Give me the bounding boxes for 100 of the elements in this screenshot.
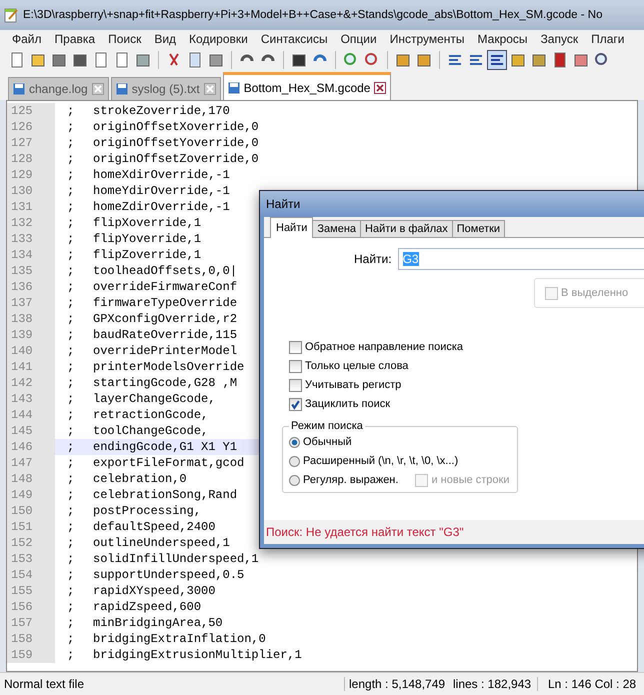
radio-button[interactable] xyxy=(289,456,300,466)
code-text: layerChangeGcode, xyxy=(93,391,216,407)
comment-mark: ; xyxy=(66,487,76,503)
radio-button[interactable] xyxy=(289,474,300,486)
code-text: bridgingExtraInflation,0 xyxy=(93,631,266,647)
comment-mark: ; xyxy=(66,295,76,311)
status-message: Поиск: Не удается найти текст "G3" xyxy=(266,525,464,539)
file-tab[interactable]: change.log xyxy=(8,77,109,100)
radio-label: Расширенный (\n, \r, \t, \0, \x...) xyxy=(303,455,458,467)
line-number: 143 xyxy=(7,391,55,407)
line-number: 159 xyxy=(7,647,55,663)
line-number: 146 xyxy=(7,439,55,455)
close-icon[interactable] xyxy=(374,82,386,94)
line-number: 127 xyxy=(7,135,55,151)
menu-item[interactable]: Вид xyxy=(154,32,176,46)
line-number: 134 xyxy=(7,247,55,263)
comment-mark: ; xyxy=(66,423,76,439)
dialog-tab[interactable]: Замена xyxy=(312,220,362,237)
menu-item[interactable]: Макросы xyxy=(478,32,528,46)
checkbox[interactable] xyxy=(289,360,302,372)
menu-item[interactable]: Правка xyxy=(54,32,96,46)
menu-item[interactable]: Кодировки xyxy=(189,32,248,46)
file-tab[interactable]: syslog (5).txt xyxy=(110,77,221,100)
line-number: 125 xyxy=(7,103,55,119)
file-tab[interactable]: Bottom_Hex_SM.gcode xyxy=(222,72,392,100)
comment-mark: ; xyxy=(66,631,76,647)
comment-mark: ; xyxy=(66,407,76,423)
menu-item[interactable]: Синтаксисы xyxy=(260,32,328,46)
menu-item[interactable]: Запуск xyxy=(540,32,578,46)
comment-mark: ; xyxy=(66,503,76,519)
line-number: 153 xyxy=(7,551,55,567)
line-number: 157 xyxy=(7,615,55,631)
line-number: 145 xyxy=(7,423,55,439)
comment-mark: ; xyxy=(66,183,76,199)
line-number: 142 xyxy=(7,375,55,391)
code-text: flipYoverride,1 xyxy=(93,231,202,247)
comment-mark: ; xyxy=(66,583,76,599)
line-number: 133 xyxy=(7,231,55,247)
code-text: minBridgingArea,50 xyxy=(93,615,223,631)
comment-mark: ; xyxy=(66,135,76,151)
line-number: 139 xyxy=(7,327,55,343)
comment-mark: ; xyxy=(66,231,76,247)
checkbox-label: Обратное направление поиска xyxy=(305,341,464,353)
menu-item[interactable]: Файл xyxy=(12,32,42,46)
line-number: 141 xyxy=(7,359,55,375)
line-number: 151 xyxy=(7,519,55,535)
radio-button[interactable] xyxy=(289,436,300,448)
code-text: endingGcode,G1 X1 Y1 xyxy=(93,439,238,455)
line-number: 132 xyxy=(7,215,55,231)
code-text: outlineUnderspeed,1 xyxy=(93,535,230,551)
checkbox-label: Только целые слова xyxy=(305,360,408,372)
checkbox-label: и новые строки xyxy=(431,474,510,486)
cursor-position: Ln : 146 Col : 28 xyxy=(537,677,636,691)
comment-mark: ; xyxy=(66,519,76,535)
code-text: flipZoverride,1 xyxy=(93,247,202,263)
checkbox[interactable] xyxy=(289,378,302,392)
code-text: printerModelsOverride xyxy=(93,359,244,375)
checkbox-label: Зациклить поиск xyxy=(305,398,390,410)
checkbox-label: Учитывать регистр xyxy=(305,379,402,391)
checkbox[interactable] xyxy=(289,398,302,410)
line-number: 158 xyxy=(7,631,55,647)
comment-mark: ; xyxy=(66,551,76,567)
comment-mark: ; xyxy=(66,119,76,135)
menu-item[interactable]: Опции xyxy=(340,32,377,46)
code-text: defaultSpeed,2400 xyxy=(93,519,216,535)
code-text: celebration,0 xyxy=(93,471,187,487)
checkbox-label: В выделенно xyxy=(561,287,628,299)
comment-mark: ; xyxy=(66,391,76,407)
dialog-tab[interactable]: Пометки xyxy=(452,220,506,237)
length-count: length : 5,148,749 xyxy=(344,677,449,691)
code-text: originOffsetYoverride,0 xyxy=(93,135,259,151)
line-number: 137 xyxy=(7,295,55,311)
line-number: 129 xyxy=(7,167,55,183)
comment-mark: ; xyxy=(66,359,76,375)
code-text: originOffsetXoverride,0 xyxy=(93,119,259,135)
comment-mark: ; xyxy=(66,167,76,183)
comment-mark: ; xyxy=(66,279,76,295)
dialog-tab[interactable]: Найти xyxy=(270,217,314,238)
line-number: 136 xyxy=(7,279,55,295)
line-number: 152 xyxy=(7,535,55,551)
radio-label: Обычный xyxy=(303,436,352,448)
code-text: homeXdirOverride,-1 xyxy=(93,167,230,183)
menu-item[interactable]: Плаги xyxy=(591,32,624,46)
comment-mark: ; xyxy=(66,471,76,487)
notepad-icon xyxy=(3,7,19,23)
menu-item[interactable]: Поиск xyxy=(108,32,142,46)
comment-mark: ; xyxy=(66,599,76,615)
dialog-tab[interactable]: Найти в файлах xyxy=(360,220,453,237)
line-number: 150 xyxy=(7,503,55,519)
group-title: Режим поиска xyxy=(290,420,364,432)
indent-guide-icon[interactable] xyxy=(488,51,506,69)
line-number: 126 xyxy=(7,119,55,135)
comment-mark: ; xyxy=(66,647,76,663)
code-text: toolChangeGcode, xyxy=(93,423,208,439)
code-text: homeYdirOverride,-1 xyxy=(93,183,230,199)
file-type: Normal text file xyxy=(3,677,86,691)
checkbox[interactable] xyxy=(289,340,302,354)
comment-mark: ; xyxy=(66,151,76,167)
menu-item[interactable]: Инструменты xyxy=(390,32,465,46)
line-number: 140 xyxy=(7,343,55,359)
